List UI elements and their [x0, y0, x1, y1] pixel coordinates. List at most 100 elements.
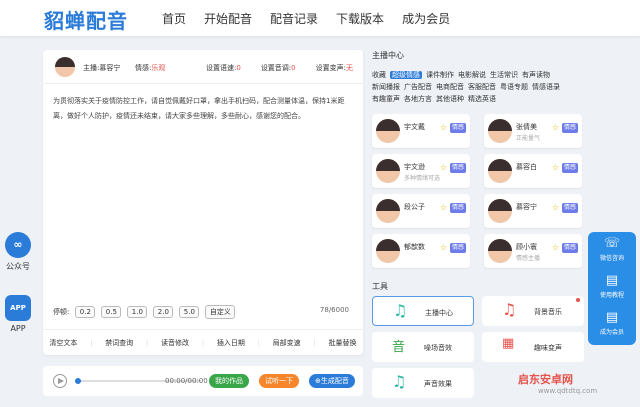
tutorial-button[interactable]: ▤ 使用教程	[588, 269, 636, 306]
speed-setting[interactable]: 设置语速:0	[196, 63, 241, 73]
category-item[interactable]: 粤语专题	[500, 83, 528, 91]
emotion-badge: 情感	[449, 203, 466, 213]
category-item[interactable]: 各地方言	[404, 95, 432, 103]
pitch-setting[interactable]: 设置音调:0	[251, 63, 296, 73]
current-anchor[interactable]: 主播:慕容宁	[83, 63, 120, 73]
side-app[interactable]: APP APP	[4, 295, 32, 333]
tool-background-music[interactable]: ♫ 背景音乐	[482, 296, 584, 326]
divider: |	[90, 338, 93, 347]
anchor-card[interactable]: 宇文戴 ☆ 情感	[372, 114, 470, 148]
category-item[interactable]: 客服配音	[468, 83, 496, 91]
nav-home[interactable]: 首页	[162, 10, 186, 27]
category-item[interactable]: 广告配音	[404, 83, 432, 91]
category-item[interactable]: 其他语种	[436, 95, 464, 103]
right-bar-label: 成为会员	[599, 329, 624, 336]
tool-ambient-sound[interactable]: 音 噪场音效	[372, 332, 474, 362]
voice-change-label: 设置变声:	[315, 64, 346, 72]
char-count: 78/6000	[319, 306, 349, 314]
nav-download[interactable]: 下载版本	[336, 10, 384, 27]
music-note-icon: ♫	[502, 300, 517, 319]
side-official-account[interactable]: ∞ 公众号	[4, 232, 32, 272]
batch-replace-button[interactable]: 批量替换	[329, 338, 357, 348]
speed-value: 0	[236, 64, 241, 72]
category-item[interactable]: 新闻播报	[372, 83, 400, 91]
right-bar-label: 使用教程	[599, 292, 624, 299]
watermark-text: 启东安卓网	[518, 373, 573, 386]
side-label: 公众号	[6, 262, 30, 271]
star-icon[interactable]: ☆	[440, 123, 447, 132]
category-item[interactable]: 有趣童声	[372, 95, 400, 103]
insert-date-button[interactable]: 插入日期	[217, 338, 245, 348]
anchor-card[interactable]: 顾小寰 情感主播 ☆ 情感	[484, 234, 582, 268]
pronunciation-button[interactable]: 读音修改	[161, 338, 189, 348]
star-icon[interactable]: ☆	[552, 123, 559, 132]
pause-0-5-button[interactable]: 0.5	[101, 306, 122, 318]
progress-knob[interactable]	[75, 378, 81, 384]
pause-custom-button[interactable]: 自定义	[205, 305, 236, 319]
category-item[interactable]: 有声读物	[522, 71, 550, 79]
anchor-name: 顾小寰	[516, 243, 537, 251]
avatar	[376, 239, 400, 263]
category-item[interactable]: 课件制作	[426, 71, 454, 79]
pause-5-0-button[interactable]: 5.0	[179, 306, 200, 318]
anchor-card[interactable]: 宇文逊 多种情绪可选 ☆ 情感	[372, 154, 470, 188]
music-note-icon: ♫	[392, 372, 407, 391]
emotion-setting[interactable]: 情感:乐观	[135, 63, 165, 73]
pause-0-2-button[interactable]: 0.2	[75, 306, 96, 318]
script-textarea[interactable]: 为贯彻落实关于疫情防控工作，请自觉佩戴好口罩，拿出手机扫码，配合测量体温，保持1…	[53, 94, 353, 124]
anchor-name: 慕容白	[516, 163, 537, 171]
category-item[interactable]: 电商配音	[436, 83, 464, 91]
category-item-active[interactable]: 超级情感	[390, 71, 422, 79]
editor-toolbar: 清空文本 | 禁词查询 | 读音修改 | 插入日期 | 局部变速 | 批量替换	[43, 329, 363, 355]
anchor-card[interactable]: 段公子 ☆ 情感	[372, 194, 470, 228]
star-icon[interactable]: ☆	[552, 163, 559, 172]
category-item[interactable]: 情感语录	[532, 83, 560, 91]
anchor-card[interactable]: 张倩美 正能量气 ☆ 情感	[484, 114, 582, 148]
link-icon: ∞	[5, 232, 31, 258]
category-item[interactable]: 生活常识	[490, 71, 518, 79]
voice-change-setting[interactable]: 设置变声:无	[306, 63, 353, 73]
member-button[interactable]: ▤ 成为会员	[588, 306, 636, 343]
tool-fun-voice-change[interactable]: ▦ 趣味变声	[482, 332, 584, 362]
anchor-card[interactable]: 慕容白 ☆ 情感	[484, 154, 582, 188]
anchor-avatar[interactable]	[55, 57, 75, 77]
star-icon[interactable]: ☆	[440, 203, 447, 212]
category-item[interactable]: 精选英语	[468, 95, 496, 103]
star-icon[interactable]: ☆	[440, 163, 447, 172]
nav-dubbing-records[interactable]: 配音记录	[270, 10, 318, 27]
nav-start-dubbing[interactable]: 开始配音	[204, 10, 252, 27]
anchor-card[interactable]: 慕容宁 ☆ 情感	[484, 194, 582, 228]
calendar-icon: ▦	[502, 336, 515, 351]
document-icon: ▤	[605, 273, 619, 288]
avatar	[376, 199, 400, 223]
banned-words-button[interactable]: 禁词查询	[105, 338, 133, 348]
play-icon[interactable]	[53, 374, 67, 388]
app-logo[interactable]: 貂蝉配音	[44, 5, 128, 34]
editor-header: 主播:慕容宁 情感:乐观 设置语速:0 设置音调:0 设置变声:无	[43, 50, 363, 84]
generate-button[interactable]: ⊕生成配音	[309, 374, 355, 388]
anchor-card[interactable]: 郁歆数 ☆ 情感	[372, 234, 470, 268]
category-item[interactable]: 收藏	[372, 71, 386, 79]
emotion-badge: 情感	[449, 123, 466, 133]
emotion-badge: 情感	[561, 163, 578, 173]
category-item[interactable]: 电影解说	[458, 71, 486, 79]
voice-settings: 设置语速:0 设置音调:0 设置变声:无	[186, 63, 353, 73]
star-icon[interactable]: ☆	[552, 243, 559, 252]
my-works-button[interactable]: 我的作品	[209, 374, 249, 388]
clear-text-button[interactable]: 清空文本	[49, 338, 77, 348]
nav-membership[interactable]: 成为会员	[402, 10, 450, 27]
watermark-url: www.qdtdtq.com	[538, 387, 598, 395]
pitch-value: 0	[291, 64, 296, 72]
top-header: 貂蝉配音 首页 开始配音 配音记录 下载版本 成为会员	[0, 0, 640, 36]
star-icon[interactable]: ☆	[440, 243, 447, 252]
wechat-consult-button[interactable]: ☏ 微信咨询	[588, 232, 636, 269]
local-speed-button[interactable]: 局部变速	[273, 338, 301, 348]
tool-sound-effects[interactable]: ♫ 声音效果	[372, 368, 474, 398]
pause-2-0-button[interactable]: 2.0	[153, 306, 174, 318]
tool-label: 主播中心	[425, 309, 453, 317]
pause-1-0-button[interactable]: 1.0	[127, 306, 148, 318]
anchor-name: 段公子	[404, 203, 425, 211]
preview-button[interactable]: 试听一下	[259, 374, 299, 388]
tool-anchor-center[interactable]: ♫ 主播中心	[372, 296, 474, 326]
star-icon[interactable]: ☆	[552, 203, 559, 212]
